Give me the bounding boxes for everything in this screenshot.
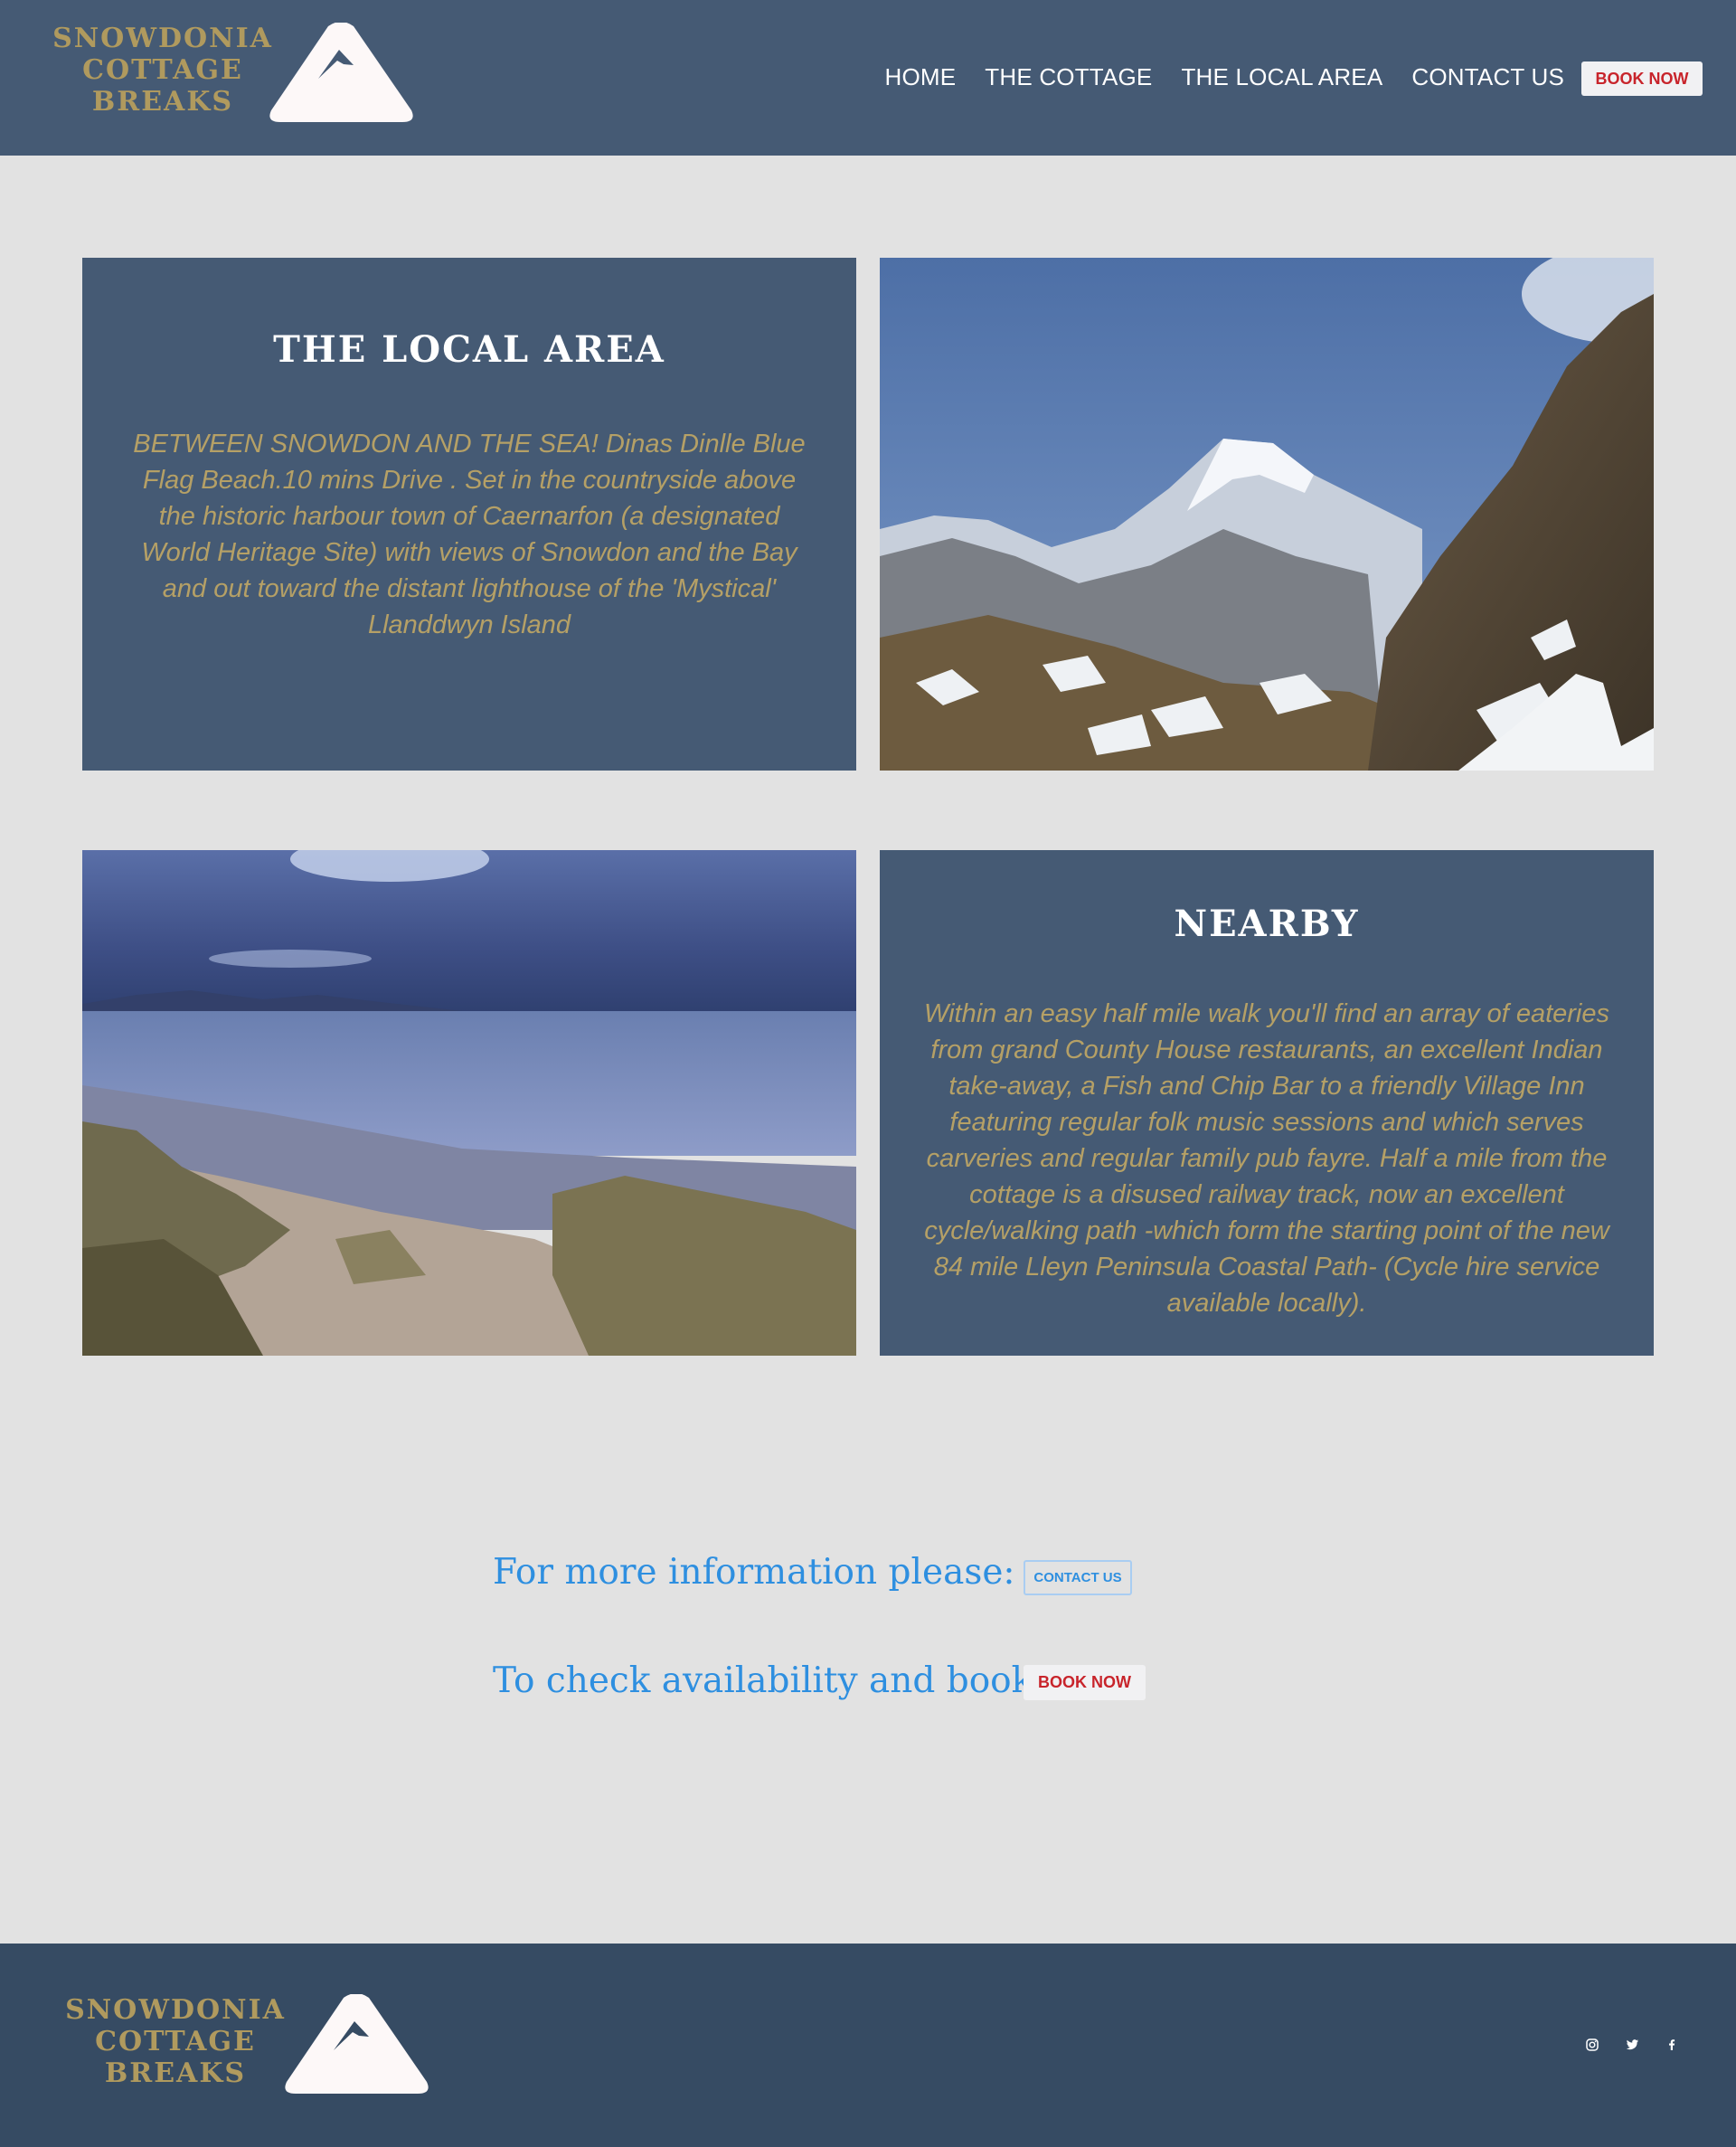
header-book-now-button[interactable]: BOOK NOW — [1581, 61, 1703, 96]
site-footer: SNOWDONIA COTTAGE BREAKS — [0, 1944, 1736, 2147]
footer-logo-line-1: SNOWDONIA — [65, 1994, 286, 2026]
logo-line-3: BREAKS — [91, 86, 234, 118]
contact-us-button[interactable]: CONTACT US — [1024, 1560, 1132, 1595]
nearby-heading: NEARBY — [1174, 903, 1360, 945]
logo-wordmark: SNOWDONIA COTTAGE BREAKS — [45, 23, 280, 118]
check-availability-text: To check availability and book: — [493, 1660, 1045, 1701]
mountain-logo-icon — [269, 23, 413, 122]
nav-the-cottage[interactable]: THE COTTAGE — [985, 63, 1152, 91]
main-nav: HOME THE COTTAGE THE LOCAL AREA CONTACT … — [884, 63, 1564, 91]
footer-logo-wordmark: SNOWDONIA COTTAGE BREAKS — [58, 1994, 293, 2089]
nearby-description: Within an easy half mile walk you'll fin… — [923, 999, 1610, 1318]
footer-logo-line-3: BREAKS — [104, 2057, 247, 2089]
facebook-icon[interactable] — [1664, 2037, 1680, 2053]
twitter-icon[interactable] — [1624, 2037, 1640, 2053]
local-area-heading: THE LOCAL AREA — [273, 328, 665, 371]
site-header: SNOWDONIA COTTAGE BREAKS HOME THE COTTAG… — [0, 0, 1736, 156]
local-area-description: BETWEEN SNOWDON AND THE SEA! Dinas Dinll… — [133, 430, 806, 639]
cta-book-now-button[interactable]: BOOK NOW — [1024, 1665, 1146, 1700]
local-area-panel: THE LOCAL AREA BETWEEN SNOWDON AND THE S… — [82, 258, 856, 771]
beach-dunes-photo — [82, 850, 856, 1356]
nav-home[interactable]: HOME — [884, 63, 956, 91]
social-links — [1584, 2037, 1680, 2053]
logo-line-2: COTTAGE — [82, 54, 243, 86]
footer-logo[interactable]: SNOWDONIA COTTAGE BREAKS — [58, 1994, 429, 2098]
nearby-panel: NEARBY Within an easy half mile walk you… — [880, 850, 1654, 1356]
nav-contact-us[interactable]: CONTACT US — [1411, 63, 1564, 91]
footer-mountain-logo-icon — [285, 1994, 429, 2094]
footer-logo-line-2: COTTAGE — [95, 2026, 256, 2057]
instagram-icon[interactable] — [1584, 2037, 1600, 2053]
snowdon-mountain-photo — [880, 258, 1654, 771]
more-info-text: For more information please: — [493, 1552, 1015, 1593]
nav-the-local-area[interactable]: THE LOCAL AREA — [1181, 63, 1382, 91]
site-logo[interactable]: SNOWDONIA COTTAGE BREAKS — [45, 23, 416, 127]
logo-line-1: SNOWDONIA — [52, 23, 273, 54]
